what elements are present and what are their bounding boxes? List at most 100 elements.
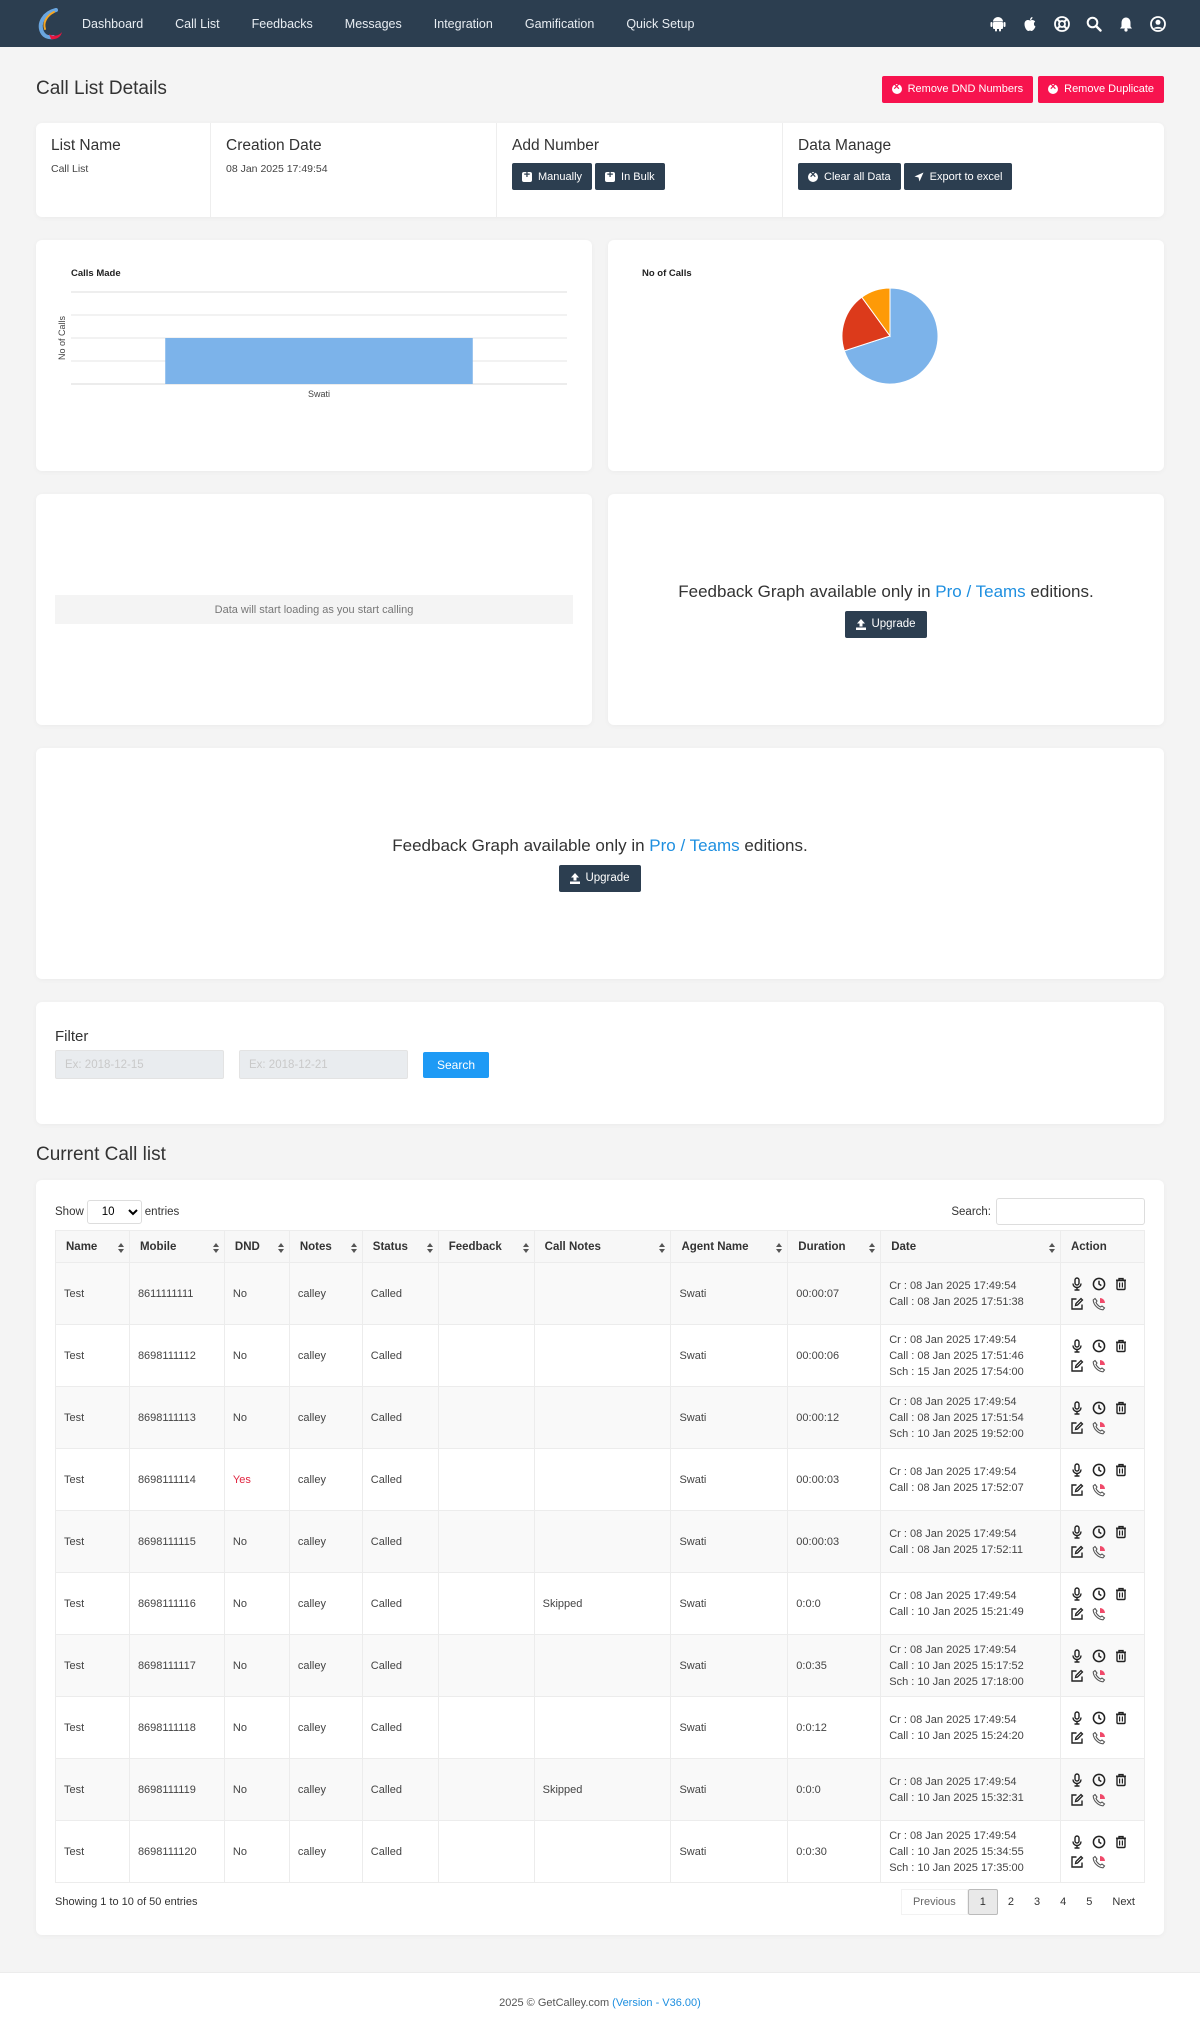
edit-icon[interactable] xyxy=(1069,1544,1085,1560)
calley-logo[interactable] xyxy=(34,7,68,41)
clock-icon[interactable] xyxy=(1091,1400,1107,1416)
edit-icon[interactable] xyxy=(1069,1730,1085,1746)
pro-teams-link[interactable]: Pro / Teams xyxy=(935,582,1025,601)
pagination-previous[interactable]: Previous xyxy=(900,1889,968,1915)
edit-icon[interactable] xyxy=(1069,1792,1085,1808)
microphone-icon[interactable] xyxy=(1069,1648,1085,1664)
apple-icon[interactable] xyxy=(1022,16,1038,32)
trash-icon[interactable] xyxy=(1113,1524,1129,1540)
column-header-status[interactable]: Status xyxy=(361,1230,439,1263)
nav-quick-setup[interactable]: Quick Setup xyxy=(626,17,694,31)
pagination-page-2[interactable]: 2 xyxy=(998,1889,1024,1915)
clock-icon[interactable] xyxy=(1091,1524,1107,1540)
edit-icon[interactable] xyxy=(1069,1358,1085,1374)
column-header-duration[interactable]: Duration xyxy=(787,1230,882,1263)
phone-call-icon[interactable] xyxy=(1091,1668,1107,1684)
remove-dnd-button[interactable]: Remove DND Numbers xyxy=(881,75,1034,103)
android-icon[interactable] xyxy=(990,16,1006,32)
microphone-icon[interactable] xyxy=(1069,1338,1085,1354)
sort-icon[interactable] xyxy=(869,1243,876,1253)
sort-icon[interactable] xyxy=(350,1243,357,1253)
phone-call-icon[interactable] xyxy=(1091,1544,1107,1560)
footer-version[interactable]: (Version - V36.00) xyxy=(612,1997,701,2009)
trash-icon[interactable] xyxy=(1113,1400,1129,1416)
column-header-agent-name[interactable]: Agent Name xyxy=(670,1230,789,1263)
phone-call-icon[interactable] xyxy=(1091,1420,1107,1436)
edit-icon[interactable] xyxy=(1069,1606,1085,1622)
edit-icon[interactable] xyxy=(1069,1420,1085,1436)
column-header-dnd[interactable]: DND xyxy=(223,1230,290,1263)
clock-icon[interactable] xyxy=(1091,1462,1107,1478)
sort-icon[interactable] xyxy=(776,1243,783,1253)
upgrade-button[interactable]: Upgrade xyxy=(559,864,641,892)
nav-call-list[interactable]: Call List xyxy=(175,17,219,31)
phone-call-icon[interactable] xyxy=(1091,1730,1107,1746)
remove-duplicate-button[interactable]: Remove Duplicate xyxy=(1038,75,1164,103)
sort-icon[interactable] xyxy=(1048,1243,1055,1253)
clock-icon[interactable] xyxy=(1091,1276,1107,1292)
nav-messages[interactable]: Messages xyxy=(345,17,402,31)
phone-call-icon[interactable] xyxy=(1091,1792,1107,1808)
column-header-mobile[interactable]: Mobile xyxy=(128,1230,225,1263)
clock-icon[interactable] xyxy=(1091,1338,1107,1354)
support-icon[interactable] xyxy=(1054,15,1070,32)
nav-dashboard[interactable]: Dashboard xyxy=(82,17,143,31)
phone-call-icon[interactable] xyxy=(1091,1296,1107,1312)
add-in-bulk-button[interactable]: In Bulk xyxy=(595,163,665,190)
sort-icon[interactable] xyxy=(277,1243,284,1253)
phone-call-icon[interactable] xyxy=(1091,1482,1107,1498)
nav-gamification[interactable]: Gamification xyxy=(525,17,594,31)
phone-call-icon[interactable] xyxy=(1091,1358,1107,1374)
pagination-page-4[interactable]: 4 xyxy=(1050,1889,1076,1915)
phone-call-icon[interactable] xyxy=(1091,1606,1107,1622)
table-search-input[interactable] xyxy=(996,1198,1145,1225)
pagination-page-3[interactable]: 3 xyxy=(1024,1889,1050,1915)
edit-icon[interactable] xyxy=(1069,1854,1085,1870)
clock-icon[interactable] xyxy=(1091,1772,1107,1788)
bar-chart-bar[interactable] xyxy=(165,338,473,384)
pagination-next[interactable]: Next xyxy=(1102,1889,1145,1915)
page-length-select[interactable]: 10 xyxy=(86,1199,142,1224)
nav-integration[interactable]: Integration xyxy=(434,17,493,31)
upgrade-button[interactable]: Upgrade xyxy=(845,610,927,638)
sort-icon[interactable] xyxy=(212,1243,219,1253)
column-header-date[interactable]: Date xyxy=(880,1230,1061,1263)
from-date-input[interactable] xyxy=(55,1050,224,1079)
phone-call-icon[interactable] xyxy=(1091,1854,1107,1870)
filter-search-button[interactable]: Search xyxy=(423,1051,490,1078)
export-excel-button[interactable]: Export to excel xyxy=(903,163,1013,190)
sort-icon[interactable] xyxy=(117,1243,124,1253)
clock-icon[interactable] xyxy=(1091,1586,1107,1602)
edit-icon[interactable] xyxy=(1069,1296,1085,1312)
clock-icon[interactable] xyxy=(1091,1834,1107,1850)
sort-icon[interactable] xyxy=(522,1243,529,1253)
trash-icon[interactable] xyxy=(1113,1586,1129,1602)
trash-icon[interactable] xyxy=(1113,1338,1129,1354)
clear-all-data-button[interactable]: Clear all Data xyxy=(798,163,901,190)
pagination-page-5[interactable]: 5 xyxy=(1076,1889,1102,1915)
bell-icon[interactable] xyxy=(1118,16,1134,32)
to-date-input[interactable] xyxy=(239,1050,408,1079)
column-header-name[interactable]: Name xyxy=(55,1230,130,1263)
clock-icon[interactable] xyxy=(1091,1710,1107,1726)
pagination-page-1[interactable]: 1 xyxy=(967,1889,998,1915)
trash-icon[interactable] xyxy=(1113,1462,1129,1478)
microphone-icon[interactable] xyxy=(1069,1462,1085,1478)
microphone-icon[interactable] xyxy=(1069,1276,1085,1292)
search-icon[interactable] xyxy=(1086,16,1102,32)
user-icon[interactable] xyxy=(1150,15,1166,32)
nav-feedbacks[interactable]: Feedbacks xyxy=(252,17,313,31)
add-manually-button[interactable]: Manually xyxy=(512,163,593,190)
trash-icon[interactable] xyxy=(1113,1772,1129,1788)
trash-icon[interactable] xyxy=(1113,1276,1129,1292)
microphone-icon[interactable] xyxy=(1069,1834,1085,1850)
sort-icon[interactable] xyxy=(426,1243,433,1253)
clock-icon[interactable] xyxy=(1091,1648,1107,1664)
microphone-icon[interactable] xyxy=(1069,1400,1085,1416)
trash-icon[interactable] xyxy=(1113,1834,1129,1850)
trash-icon[interactable] xyxy=(1113,1710,1129,1726)
column-header-call-notes[interactable]: Call Notes xyxy=(533,1230,672,1263)
trash-icon[interactable] xyxy=(1113,1648,1129,1664)
microphone-icon[interactable] xyxy=(1069,1772,1085,1788)
edit-icon[interactable] xyxy=(1069,1668,1085,1684)
